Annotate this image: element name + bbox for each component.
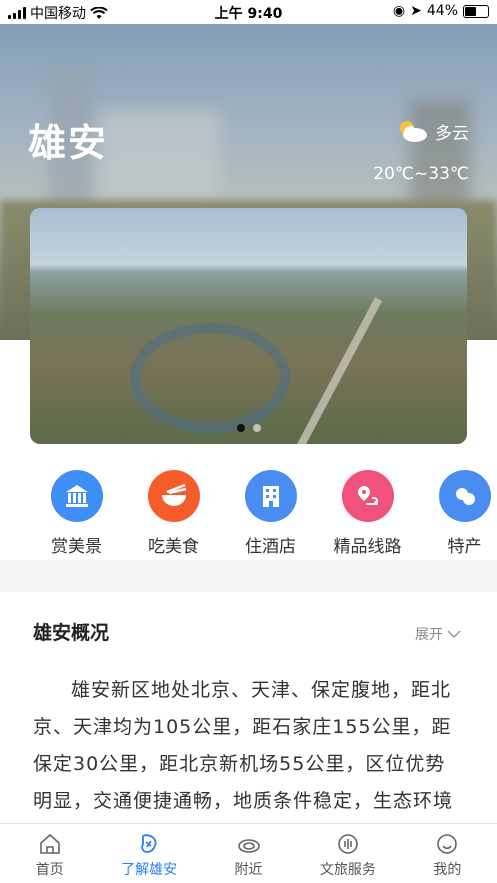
category-food[interactable]: 吃美食 bbox=[125, 470, 222, 560]
specialty-icon bbox=[438, 470, 491, 522]
museum-icon bbox=[50, 470, 103, 522]
expand-label: 展开 bbox=[415, 627, 443, 643]
location-icon: ➤ bbox=[410, 3, 422, 19]
tab-profile[interactable]: 我的 bbox=[398, 824, 497, 883]
category-route[interactable]: 精品线路 bbox=[319, 470, 416, 560]
battery-percent: 44% bbox=[426, 3, 458, 19]
carousel-dot[interactable] bbox=[252, 424, 261, 432]
tab-label: 附近 bbox=[234, 862, 263, 878]
category-label: 特产 bbox=[447, 537, 482, 557]
explore-icon bbox=[141, 834, 157, 853]
carousel-indicator bbox=[30, 424, 467, 432]
tab-explore[interactable]: 了解雄安 bbox=[99, 824, 198, 883]
rotation-lock-icon: ◉ bbox=[392, 3, 406, 19]
banner-carousel[interactable] bbox=[30, 208, 467, 444]
weather-widget: 多云 20℃~33℃ bbox=[373, 118, 469, 184]
profile-icon bbox=[437, 834, 458, 854]
category-specialty[interactable]: 特产 bbox=[416, 470, 497, 560]
tab-nearby[interactable]: 附近 bbox=[199, 824, 298, 883]
tab-label: 了解雄安 bbox=[121, 862, 178, 878]
category-label: 赏美景 bbox=[51, 537, 102, 557]
tab-bar: 首页 了解雄安 附近 文旅服务 我的 bbox=[0, 823, 497, 883]
status-bar: 中国移动 上午 9:40 ◉ ➤ 44% bbox=[0, 0, 497, 24]
partly-cloudy-icon bbox=[400, 121, 427, 142]
nearby-icon bbox=[237, 839, 260, 853]
temperature-range: 20℃~33℃ bbox=[373, 164, 469, 184]
service-icon bbox=[338, 834, 358, 854]
category-label: 吃美食 bbox=[148, 537, 199, 557]
tab-label: 文旅服务 bbox=[319, 862, 376, 878]
category-label: 精品线路 bbox=[333, 537, 402, 557]
tab-label: 我的 bbox=[433, 862, 462, 878]
weather-text: 多云 bbox=[435, 123, 469, 144]
route-icon bbox=[341, 470, 394, 522]
category-row: 赏美景 吃美食 住酒店 精品线路 特产 bbox=[0, 470, 497, 560]
category-hotel[interactable]: 住酒店 bbox=[222, 470, 319, 560]
home-icon bbox=[39, 833, 60, 854]
bowl-icon bbox=[147, 470, 200, 522]
city-title: 雄安 bbox=[28, 121, 109, 165]
category-scenery[interactable]: 赏美景 bbox=[28, 470, 125, 560]
battery-icon bbox=[463, 4, 489, 18]
category-label: 住酒店 bbox=[245, 537, 296, 557]
carousel-dot[interactable] bbox=[236, 424, 245, 432]
overview-card: 雄安概况 展开 雄安新区地处北京、天津、保定腹地，距北京、天津均为105公里，距… bbox=[0, 592, 497, 849]
chevron-down-icon bbox=[447, 629, 461, 638]
tab-label: 首页 bbox=[35, 862, 64, 878]
tab-home[interactable]: 首页 bbox=[0, 824, 99, 883]
tab-service[interactable]: 文旅服务 bbox=[298, 824, 397, 883]
expand-button[interactable]: 展开 bbox=[415, 624, 461, 644]
overview-title: 雄安概况 bbox=[33, 622, 110, 644]
hotel-icon bbox=[244, 470, 297, 522]
